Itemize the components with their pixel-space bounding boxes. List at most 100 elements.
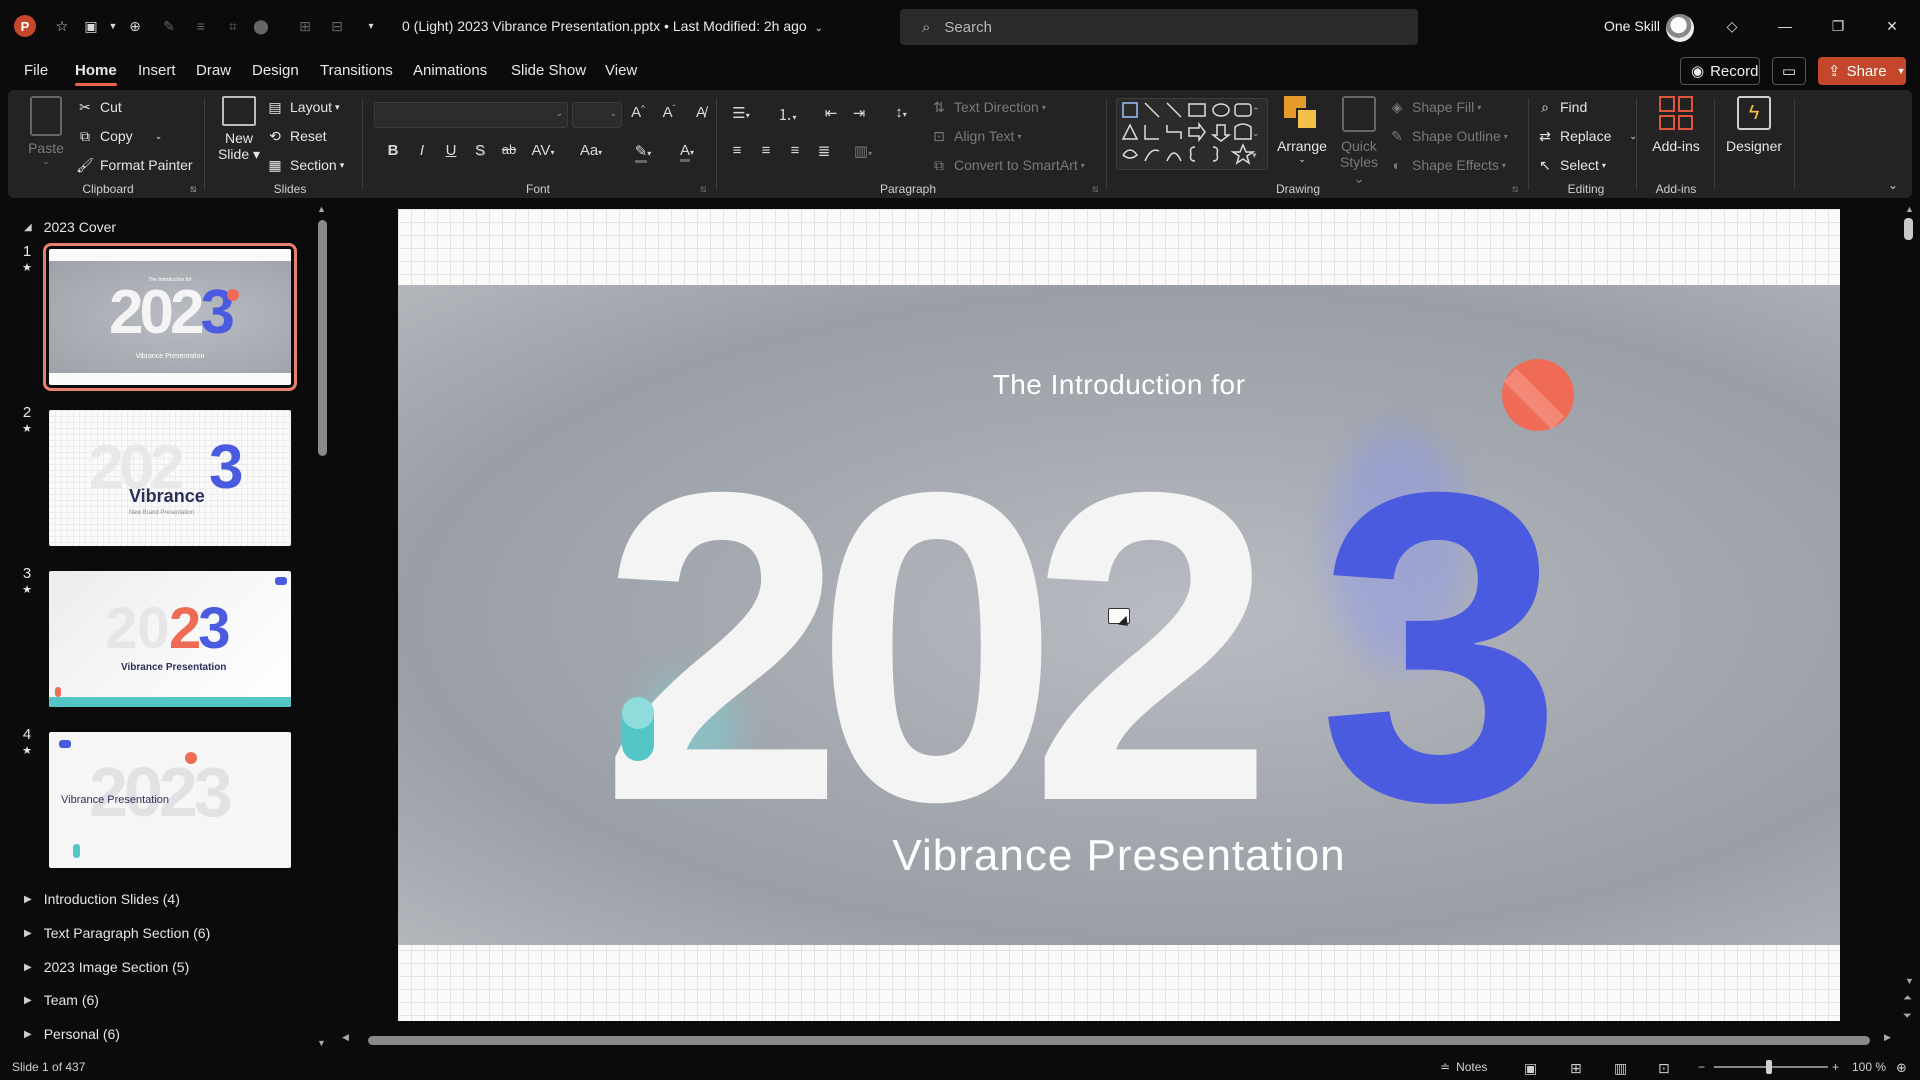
arrange-button[interactable]: Arrange ⌄ xyxy=(1274,96,1330,165)
select-button[interactable]: ↖ Select ▾ xyxy=(1536,156,1606,174)
character-spacing-button[interactable]: AV▾ xyxy=(528,142,558,159)
slide-thumbnail-1[interactable]: The Introduction for 2023 Vibrance Prese… xyxy=(43,243,297,391)
replace-button[interactable]: ⇄ Replace ⌄ xyxy=(1536,127,1637,145)
star-icon[interactable]: ☆ xyxy=(51,15,73,37)
reset-button[interactable]: ⟲ Reset xyxy=(266,127,326,145)
notes-button[interactable]: ≐ Notes xyxy=(1440,1060,1487,1074)
scroll-up-icon[interactable]: ▲ xyxy=(1905,204,1914,214)
normal-view-icon[interactable]: ▣ xyxy=(1524,1060,1537,1077)
dialog-launcher-icon[interactable]: ⧅ xyxy=(700,184,706,195)
save-icon[interactable]: ▣ xyxy=(80,15,102,37)
format-painter-button[interactable]: 🖌 Format Painter xyxy=(76,156,192,174)
tab-transitions[interactable]: Transitions xyxy=(320,62,393,79)
distribute-icon[interactable]: ⊞ xyxy=(294,15,316,37)
dialog-launcher-icon[interactable]: ⧅ xyxy=(190,184,196,195)
document-title[interactable]: 0 (Light) 2023 Vibrance Presentation.ppt… xyxy=(402,18,823,34)
section-header-team[interactable]: ▶ Team (6) xyxy=(24,992,99,1008)
align-right-icon[interactable]: ≡ xyxy=(784,142,806,159)
zoom-level[interactable]: 100 % xyxy=(1852,1060,1886,1074)
decrease-indent-icon[interactable]: ⇤ xyxy=(820,104,842,122)
underline-button[interactable]: U xyxy=(440,142,462,159)
layout-button[interactable]: ▤ Layout ▾ xyxy=(266,98,339,116)
tab-home[interactable]: Home xyxy=(75,62,117,86)
pen-icon[interactable]: ✎ xyxy=(158,15,180,37)
slide-counter[interactable]: Slide 1 of 437 xyxy=(12,1060,85,1074)
scroll-right-icon[interactable]: ▶ xyxy=(1884,1032,1891,1043)
strikethrough-button[interactable]: ab xyxy=(498,142,520,157)
change-case-button[interactable]: Aa▾ xyxy=(574,142,608,159)
section-header-introduction[interactable]: ▶ Introduction Slides (4) xyxy=(24,891,180,907)
designer-button[interactable]: ϟ Designer xyxy=(1720,96,1788,154)
align-center-icon[interactable]: ≡ xyxy=(755,142,777,159)
shapes-gallery[interactable] xyxy=(1116,98,1268,170)
gallery-scroll-icon[interactable]: ⌃ ⌄ ▾ xyxy=(1252,100,1260,166)
increase-indent-icon[interactable]: ⇥ xyxy=(848,104,870,122)
previous-slide-icon[interactable]: ⏶ xyxy=(1903,992,1912,1005)
horizontal-scrollbar[interactable] xyxy=(368,1036,1870,1045)
dialog-launcher-icon[interactable]: ⧅ xyxy=(1512,184,1518,195)
target-icon[interactable]: ⊕ xyxy=(124,15,146,37)
reading-view-icon[interactable]: ▥ xyxy=(1614,1060,1627,1077)
diamond-icon[interactable]: ◇ xyxy=(1720,14,1744,38)
shape-fill-button[interactable]: ◈ Shape Fill ▾ xyxy=(1388,98,1482,116)
next-slide-icon[interactable]: ⏷ xyxy=(1903,1010,1912,1023)
tab-draw[interactable]: Draw xyxy=(196,62,231,79)
fit-to-window-icon[interactable]: ⊕ xyxy=(1896,1060,1907,1076)
clear-formatting-icon[interactable]: A̸ xyxy=(690,104,712,121)
restore-icon[interactable]: ❐ xyxy=(1826,14,1850,38)
align-left-icon[interactable]: ≡ xyxy=(726,142,748,159)
minimize-icon[interactable]: — xyxy=(1773,14,1797,38)
tab-slide-show[interactable]: Slide Show xyxy=(511,62,586,79)
add-ins-button[interactable]: Add-ins xyxy=(1644,96,1708,154)
collapse-ribbon-icon[interactable]: ⌄ xyxy=(1888,178,1898,192)
shape-icon[interactable]: ⬤ xyxy=(250,15,272,37)
section-header-open[interactable]: ◢ 2023 Cover xyxy=(24,219,116,235)
scroll-left-icon[interactable]: ◀ xyxy=(342,1032,349,1043)
scroll-down-icon[interactable]: ▼ xyxy=(317,1038,326,1048)
scroll-up-icon[interactable]: ▲ xyxy=(317,204,326,214)
share-button[interactable]: ⇪ Share ▼ xyxy=(1818,57,1906,85)
zoom-slider-thumb[interactable] xyxy=(1766,1060,1772,1074)
align-icon[interactable]: ≡ xyxy=(190,15,212,37)
slide-title[interactable]: Vibrance Presentation xyxy=(398,831,1840,881)
font-color-icon[interactable]: A▾ xyxy=(670,142,704,162)
avatar[interactable] xyxy=(1666,14,1694,42)
font-size-select[interactable]: ⌄ xyxy=(572,102,622,128)
vertical-scrollbar[interactable] xyxy=(1904,218,1913,240)
slide-sorter-icon[interactable]: ⊞ xyxy=(1570,1060,1582,1077)
quick-styles-button[interactable]: Quick Styles ⌄ xyxy=(1334,96,1384,187)
close-icon[interactable]: ✕ xyxy=(1880,14,1904,38)
layers-icon[interactable]: ⊟ xyxy=(326,15,348,37)
paste-button[interactable]: Paste ⌄ xyxy=(24,96,68,167)
dialog-launcher-icon[interactable]: ⧅ xyxy=(1092,184,1098,195)
new-slide-button[interactable]: New Slide ▾ xyxy=(214,96,264,163)
increase-font-icon[interactable]: A^ xyxy=(627,104,649,121)
tab-design[interactable]: Design xyxy=(252,62,299,79)
text-direction-button[interactable]: ⇅ Text Direction ▾ xyxy=(930,98,1046,116)
tab-view[interactable]: View xyxy=(605,62,637,79)
zoom-in-icon[interactable]: + xyxy=(1832,1060,1839,1074)
find-button[interactable]: ⌕ Find xyxy=(1536,98,1587,116)
slideshow-icon[interactable]: ⊡ xyxy=(1658,1060,1670,1077)
highlight-color-icon[interactable]: ✎▾ xyxy=(626,142,660,163)
customize-toolbar-icon[interactable]: ▾ xyxy=(360,15,382,37)
convert-smartart-button[interactable]: ⧉ Convert to SmartArt ▾ xyxy=(930,156,1085,174)
shape-effects-button[interactable]: ◐ Shape Effects ▾ xyxy=(1388,156,1506,174)
chevron-down-icon[interactable]: ▼ xyxy=(102,15,124,37)
user-name[interactable]: One Skill xyxy=(1604,18,1660,34)
columns-icon[interactable]: ▥▾ xyxy=(846,142,880,160)
section-header-text-paragraph[interactable]: ▶ Text Paragraph Section (6) xyxy=(24,925,210,941)
italic-button[interactable]: I xyxy=(411,142,433,159)
bold-button[interactable]: B xyxy=(382,142,404,159)
tab-file[interactable]: File xyxy=(24,62,48,79)
shape-outline-button[interactable]: ✎ Shape Outline ▾ xyxy=(1388,127,1508,145)
zoom-out-icon[interactable]: − xyxy=(1698,1060,1705,1074)
font-family-select[interactable]: ⌄ xyxy=(374,102,568,128)
slide-thumbnail-3[interactable]: 20 23 Vibrance Presentation xyxy=(49,571,291,707)
search-box[interactable]: ⌕ Search xyxy=(900,9,1418,45)
thumbnail-scrollbar[interactable] xyxy=(318,220,327,456)
justify-icon[interactable]: ≣ xyxy=(813,142,835,160)
scroll-down-icon[interactable]: ▼ xyxy=(1905,976,1914,986)
tab-insert[interactable]: Insert xyxy=(138,62,176,79)
section-button[interactable]: ▦ Section ▾ xyxy=(266,156,344,174)
